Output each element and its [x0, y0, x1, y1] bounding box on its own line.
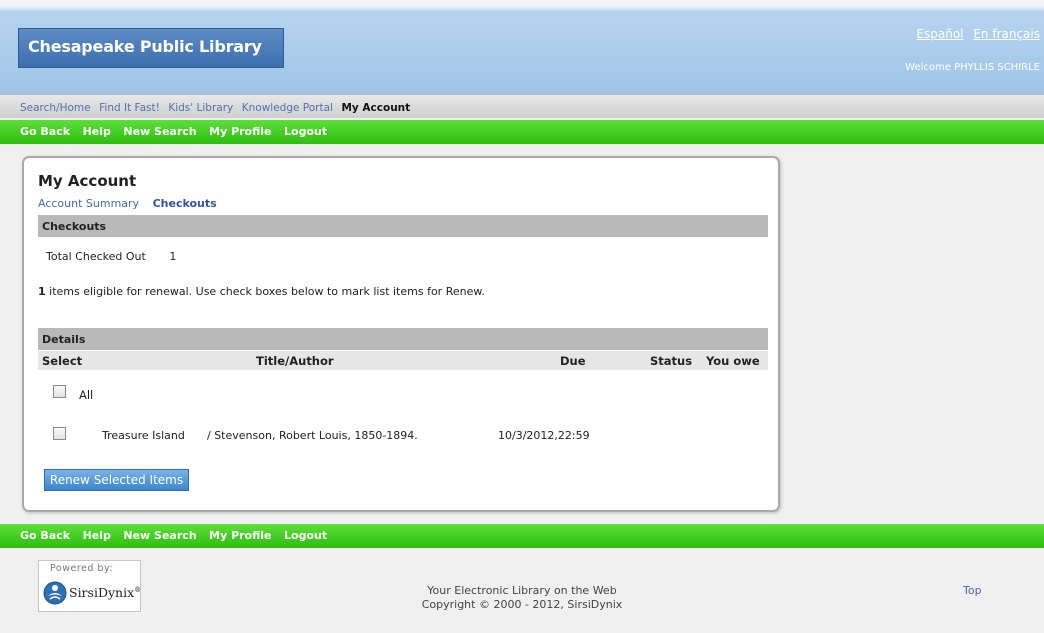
renew-selected-button[interactable]: Renew Selected Items	[44, 469, 189, 491]
footer-tagline: Your Electronic Library on the Web	[427, 584, 617, 597]
site-footer: Powered by: SirsiDynix® Your Electronic …	[0, 548, 1044, 633]
help-link[interactable]: Help	[83, 125, 111, 138]
total-checked-out: Total Checked Out 1	[46, 250, 176, 263]
total-value: 1	[169, 250, 177, 263]
account-tabs: Account Summary Checkouts	[38, 197, 227, 210]
go-back-link[interactable]: Go Back	[20, 529, 70, 542]
col-status: Status	[650, 354, 693, 368]
nav-kids-library[interactable]: Kids' Library	[168, 102, 233, 114]
help-link[interactable]: Help	[83, 529, 111, 542]
new-search-link[interactable]: New Search	[123, 529, 196, 542]
account-panel: My Account Account Summary Checkouts Che…	[22, 156, 780, 512]
back-to-top-link[interactable]: Top	[963, 584, 982, 597]
select-all-label: All	[79, 388, 94, 402]
tab-checkouts[interactable]: Checkouts	[153, 197, 217, 210]
library-logo[interactable]: Chesapeake Public Library	[18, 28, 284, 68]
new-search-link[interactable]: New Search	[123, 125, 196, 138]
my-profile-link[interactable]: My Profile	[209, 125, 271, 138]
item-title-link[interactable]: Treasure Island	[102, 429, 185, 442]
tab-account-summary[interactable]: Account Summary	[38, 197, 139, 210]
select-all-checkbox[interactable]	[53, 385, 66, 398]
lang-link-spanish[interactable]: Español	[916, 27, 963, 41]
col-title-author: Title/Author	[256, 354, 334, 368]
details-column-header: Select Title/Author Due Status You owe	[38, 351, 768, 370]
site-header: Chesapeake Public Library Español En fra…	[0, 0, 1044, 94]
library-logo-text: Chesapeake Public Library	[28, 37, 262, 56]
col-select: Select	[42, 354, 83, 368]
eligible-text: items eligible for renewal. Use check bo…	[45, 285, 485, 298]
checkouts-section-header: Checkouts	[38, 215, 768, 237]
go-back-link[interactable]: Go Back	[20, 125, 70, 138]
welcome-message: Welcome PHYLLIS SCHIRLE	[905, 62, 1040, 73]
total-label: Total Checked Out	[46, 250, 146, 263]
item-checkbox[interactable]	[53, 427, 66, 440]
action-bar-top: Go Back Help New Search My Profile Logou…	[0, 120, 1044, 144]
logout-link[interactable]: Logout	[284, 125, 327, 138]
logout-link[interactable]: Logout	[284, 529, 327, 542]
item-author: / Stevenson, Robert Louis, 1850-1894.	[207, 429, 418, 442]
nav-find-it-fast[interactable]: Find It Fast!	[99, 102, 160, 114]
details-section-header: Details	[38, 328, 768, 350]
footer-copyright: Copyright © 2000 - 2012, SirsiDynix	[421, 598, 623, 611]
nav-knowledge-portal[interactable]: Knowledge Portal	[242, 102, 333, 114]
my-profile-link[interactable]: My Profile	[209, 529, 271, 542]
page-title: My Account	[38, 172, 137, 190]
main-nav: Search/Home Find It Fast! Kids' Library …	[0, 94, 1044, 118]
language-links: Español En français	[910, 27, 1040, 41]
action-bar-bottom: Go Back Help New Search My Profile Logou…	[0, 524, 1044, 548]
renewal-eligibility-note: 1 items eligible for renewal. Use check …	[38, 285, 485, 298]
powered-by-label: Powered by:	[50, 563, 114, 574]
col-due: Due	[560, 354, 586, 368]
item-due-date: 10/3/2012,22:59	[498, 429, 590, 442]
nav-my-account[interactable]: My Account	[341, 102, 410, 114]
eligible-count: 1	[38, 285, 46, 298]
lang-link-french[interactable]: En français	[973, 27, 1040, 41]
nav-search-home[interactable]: Search/Home	[20, 102, 91, 114]
col-you-owe: You owe	[706, 354, 760, 368]
